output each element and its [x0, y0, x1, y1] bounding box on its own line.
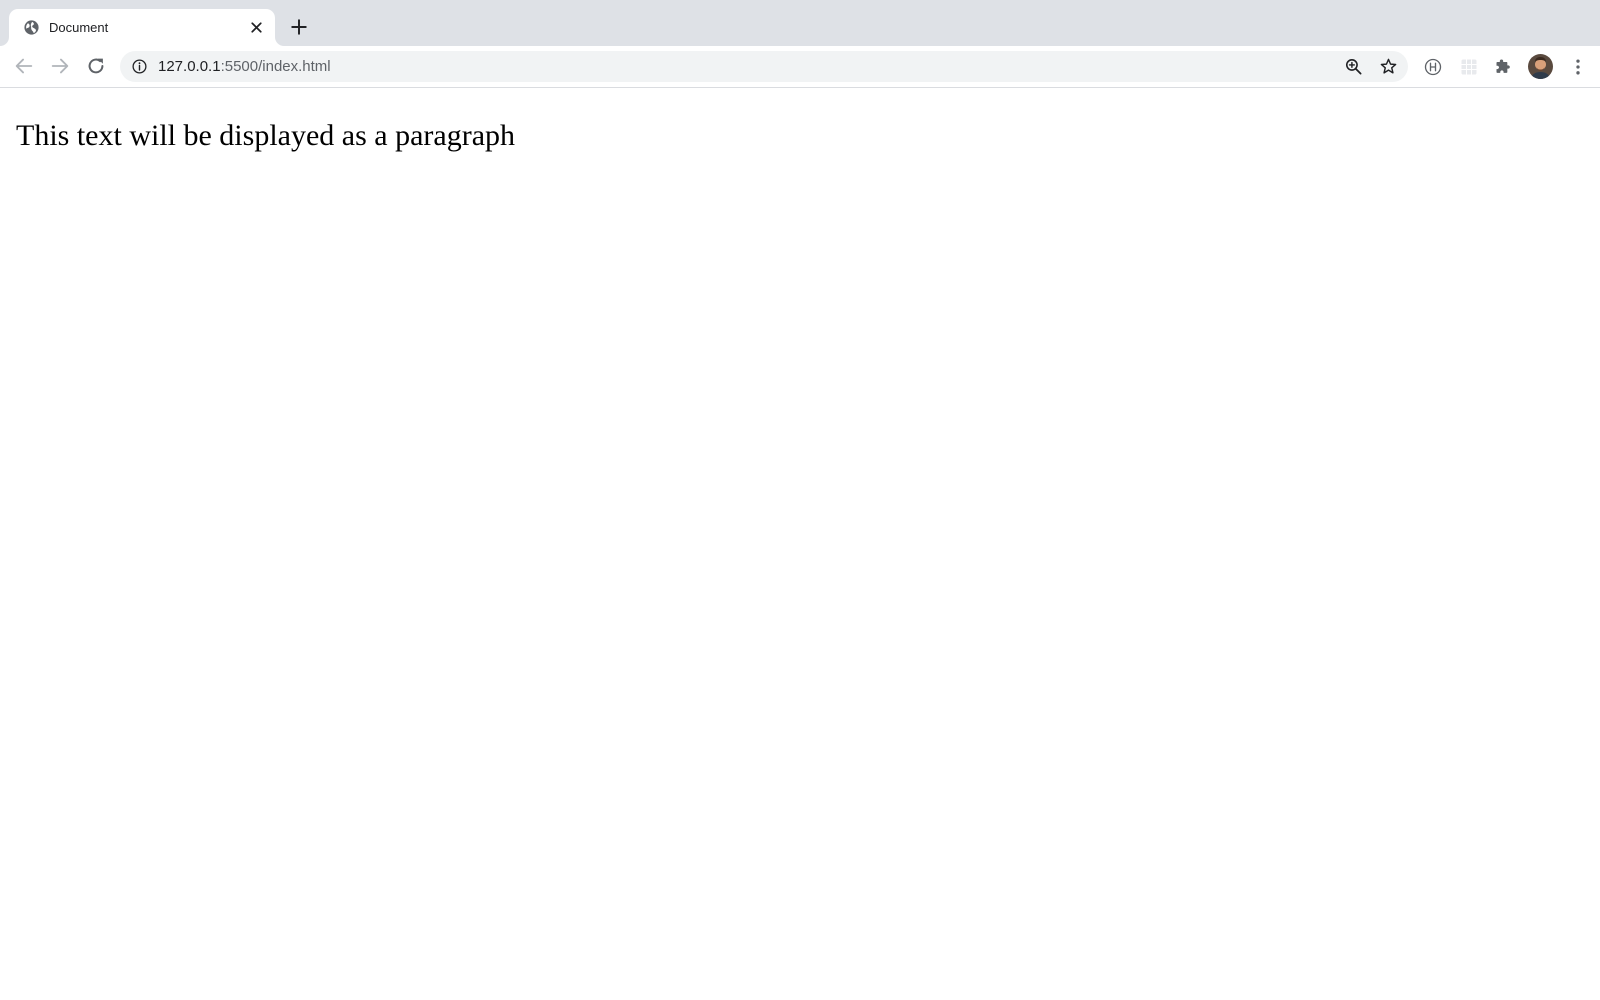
reload-icon[interactable]: [85, 55, 107, 77]
globe-icon: [24, 20, 39, 35]
browser-toolbar: 127.0.0.1:5500/index.html: [0, 46, 1600, 88]
url-path: :5500/index.html: [220, 58, 331, 75]
arrow-right-icon[interactable]: [49, 55, 71, 77]
star-icon[interactable]: [1379, 57, 1398, 76]
tab-document[interactable]: Document: [9, 9, 275, 46]
address-url[interactable]: 127.0.0.1:5500/index.html: [158, 58, 331, 75]
tab-strip: Document: [0, 0, 1600, 46]
info-icon[interactable]: [131, 58, 148, 75]
tab-title: Document: [49, 20, 109, 35]
profile-photo: [1528, 54, 1553, 79]
close-icon[interactable]: [248, 19, 265, 36]
h-extension-icon[interactable]: [1423, 57, 1443, 77]
kebab-menu-icon[interactable]: [1568, 57, 1588, 77]
page-paragraph: This text will be displayed as a paragra…: [16, 119, 516, 152]
zoom-in-icon[interactable]: [1344, 57, 1363, 76]
page-viewport: This text will be displayed as a paragra…: [0, 88, 1600, 1000]
url-host: 127.0.0.1: [158, 58, 221, 75]
arrow-left-icon[interactable]: [13, 55, 35, 77]
address-bar[interactable]: 127.0.0.1:5500/index.html: [120, 51, 1408, 82]
plus-icon[interactable]: [290, 18, 308, 36]
avatar[interactable]: [1528, 54, 1553, 79]
grid-extension-icon[interactable]: [1459, 57, 1479, 77]
puzzle-icon[interactable]: [1494, 57, 1514, 77]
